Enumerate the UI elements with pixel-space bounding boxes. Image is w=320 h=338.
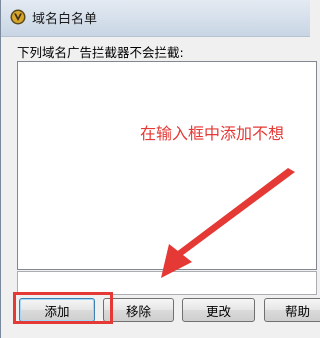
edit-button[interactable]: 更改 <box>182 298 255 322</box>
shield-app-icon <box>10 9 26 25</box>
help-button[interactable]: 帮助 <box>264 298 320 322</box>
whitelist-dialog: 域名白名单 下列域名广告拦截器不会拦截: 在输入框中添加不想 添加 移除 更改 … <box>0 0 320 338</box>
domain-list-label: 下列域名广告拦截器不会拦截: <box>17 45 184 60</box>
annotation-text: 在输入框中添加不想 <box>140 124 285 143</box>
remove-button[interactable]: 移除 <box>103 298 174 322</box>
domain-list[interactable] <box>17 61 317 270</box>
window-title: 域名白名单 <box>32 12 98 27</box>
title-bar: 域名白名单 <box>1 0 310 37</box>
annotation-highlight-box <box>13 292 113 324</box>
